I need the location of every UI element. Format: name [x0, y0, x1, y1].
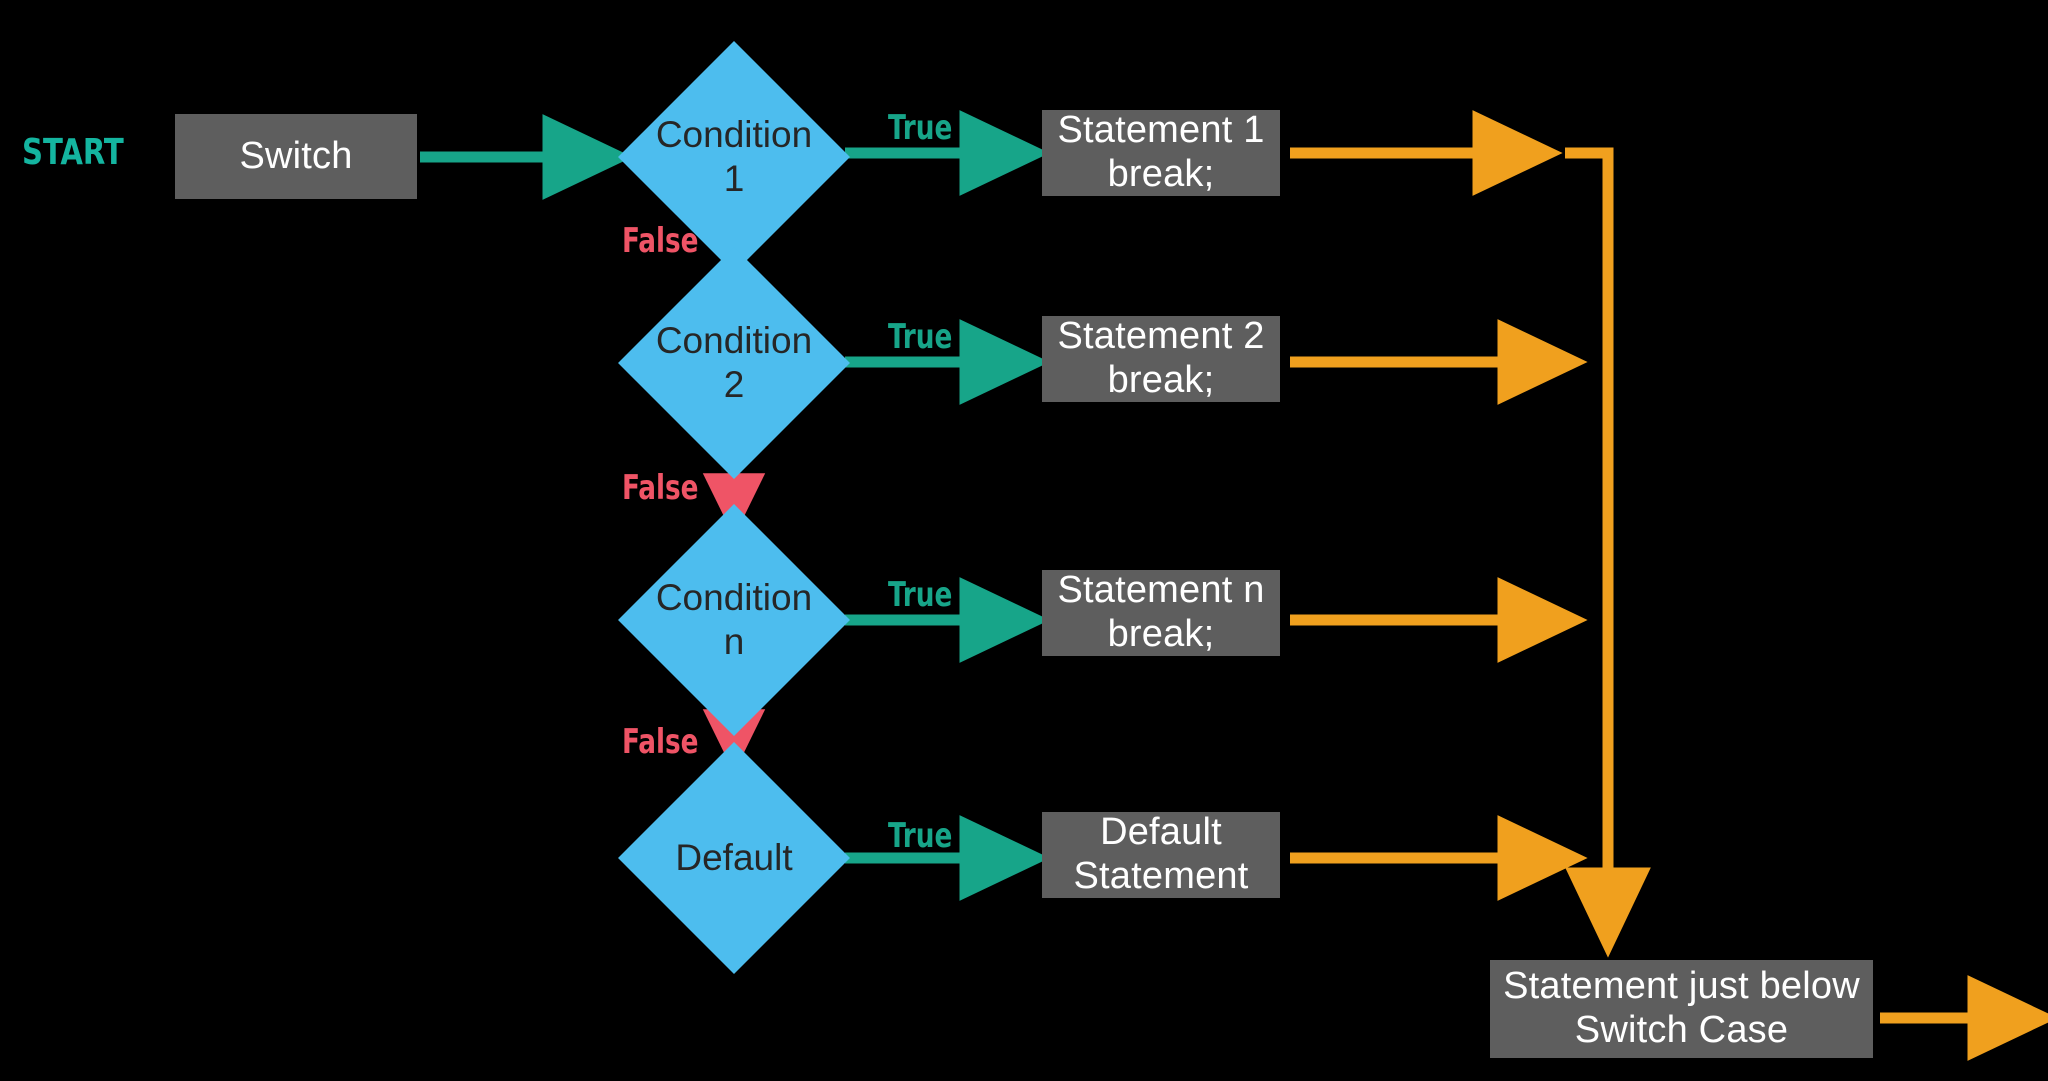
node-statement-below-line2: Switch Case	[1574, 1009, 1789, 1051]
node-condition-n[interactable]: Condition n	[618, 504, 850, 736]
node-statement-below-line1: Statement just below	[1503, 965, 1860, 1008]
decision-diamond-shape	[618, 247, 850, 479]
node-statement-2-line1: Statement 2	[1057, 315, 1265, 358]
connector-merge-elbow	[1565, 147, 1614, 180]
node-statement-1-line1: Statement 1	[1057, 109, 1265, 152]
start-label: START	[22, 132, 124, 173]
edge-label-true-1: True	[888, 108, 953, 148]
node-statement-n-line1: Statement n	[1057, 569, 1265, 612]
node-statement-1-line2: break;	[1107, 153, 1215, 195]
node-default-statement-line1: Default	[1100, 811, 1222, 854]
decision-diamond-shape	[618, 504, 850, 736]
flowchart-canvas: START Switch Condition 1 Condition 2 Con…	[0, 0, 2048, 1081]
edge-label-true-2: True	[888, 317, 953, 357]
node-statement-2-line2: break;	[1107, 359, 1215, 401]
edge-label-true-n: True	[888, 575, 953, 615]
node-default[interactable]: Default	[618, 742, 850, 974]
node-statement-2[interactable]: Statement 2 break;	[1042, 315, 1280, 402]
node-default-statement[interactable]: Default Statement	[1042, 811, 1280, 898]
node-statement-1[interactable]: Statement 1 break;	[1042, 109, 1280, 196]
edge-label-false-2: False	[622, 468, 699, 508]
node-statement-n[interactable]: Statement n break;	[1042, 569, 1280, 656]
node-statement-n-line2: break;	[1107, 613, 1215, 655]
node-statement-below-switch[interactable]: Statement just below Switch Case	[1490, 960, 1873, 1058]
edge-label-false-1: False	[622, 221, 699, 261]
edge-label-true-default: True	[888, 816, 953, 856]
node-switch[interactable]: Switch	[175, 114, 417, 199]
decision-diamond-shape	[618, 742, 850, 974]
node-condition2[interactable]: Condition 2	[618, 247, 850, 479]
node-default-statement-line2: Statement	[1073, 855, 1249, 897]
edge-label-false-n: False	[622, 722, 699, 762]
node-switch-label: Switch	[239, 134, 353, 177]
node-condition1[interactable]: Condition 1	[618, 41, 850, 273]
